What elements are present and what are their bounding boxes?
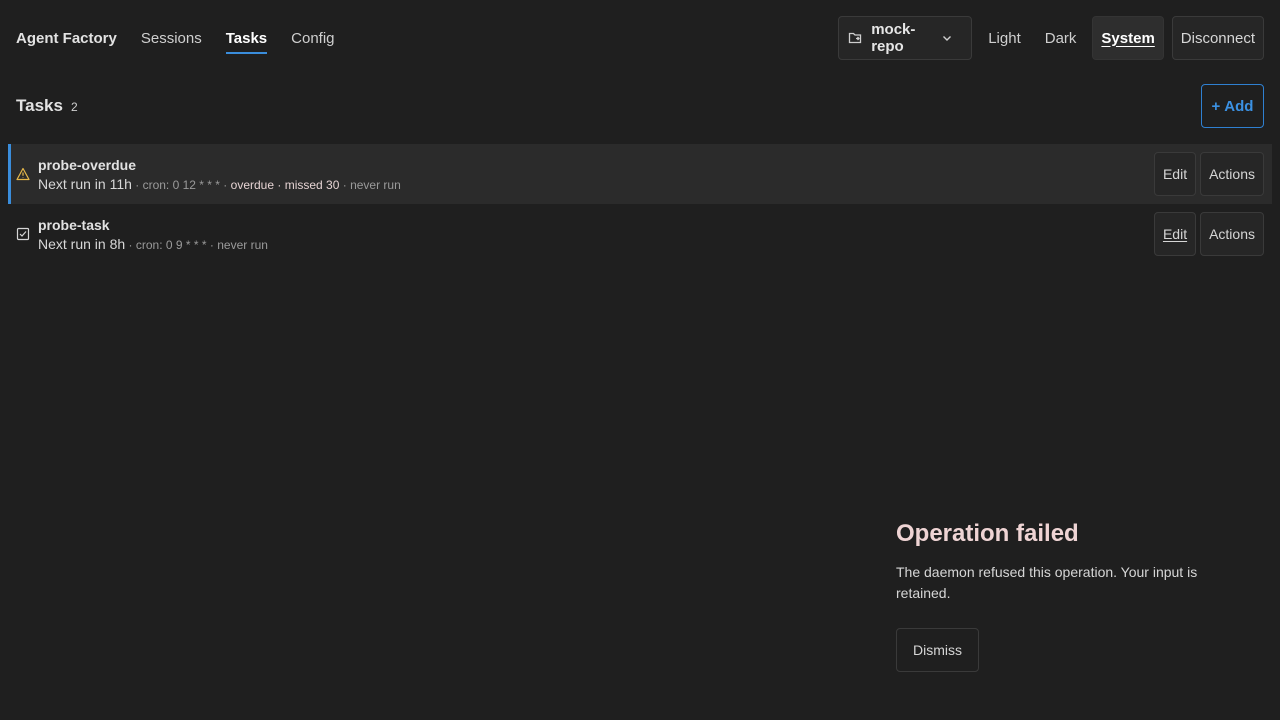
task-actions: Edit Actions [1153, 212, 1264, 256]
task-text: probe-task Next run in 8h · cron: 0 9 * … [38, 217, 268, 252]
header-controls: mock-repo Light Dark System Disconnect [838, 16, 1264, 60]
error-title: Operation failed [896, 520, 1079, 547]
error-panel: Operation failed The daemon refused this… [896, 520, 1236, 672]
tasks-title-group: Tasks 2 [16, 96, 78, 116]
main-nav: Agent Factory Sessions Tasks Config [16, 26, 335, 54]
cron-schedule: cron: 0 9 * * * [135, 237, 207, 252]
task-text: probe-overdue Next run in 11h · cron: 0 … [38, 157, 401, 192]
nav-config[interactable]: Config [291, 26, 334, 51]
last-run: never run [350, 177, 401, 192]
task-main: probe-task Next run in 8h · cron: 0 9 * … [16, 217, 268, 252]
task-main: probe-overdue Next run in 11h · cron: 0 … [16, 157, 401, 192]
last-run: never run [217, 237, 268, 252]
disconnect-button[interactable]: Disconnect [1171, 16, 1264, 60]
repo-icon [847, 30, 863, 46]
task-name: probe-task [38, 216, 110, 233]
add-task-button[interactable]: + Add [1201, 84, 1264, 128]
task-meta: Next run in 11h · cron: 0 12 * * * · ove… [38, 175, 401, 192]
next-run: Next run in 11h [38, 175, 132, 192]
missed-count: missed 30 [284, 177, 340, 192]
theme-dark-button[interactable]: Dark [1037, 16, 1085, 60]
task-name: probe-overdue [38, 156, 137, 173]
actions-button[interactable]: Actions [1200, 212, 1264, 256]
theme-system-button[interactable]: System [1092, 16, 1164, 60]
tasks-count-badge: 2 [70, 100, 78, 114]
edit-button[interactable]: Edit [1153, 152, 1197, 196]
theme-light-button[interactable]: Light [980, 16, 1029, 60]
task-meta: Next run in 8h · cron: 0 9 * * * · never… [38, 235, 268, 252]
dismiss-button[interactable]: Dismiss [896, 628, 979, 672]
task-row-probe-overdue[interactable]: probe-overdue Next run in 11h · cron: 0 … [8, 144, 1272, 204]
brand-title[interactable]: Agent Factory [16, 30, 117, 47]
error-message: The daemon refused this operation. Your … [896, 564, 1198, 601]
page-title: Tasks [16, 96, 63, 115]
warning-icon [16, 167, 30, 181]
nav-tasks[interactable]: Tasks [225, 26, 268, 54]
plus-icon: + [1211, 97, 1221, 115]
chevron-down-icon [939, 30, 955, 46]
repo-selector[interactable]: mock-repo [838, 16, 973, 60]
task-actions: Edit Actions [1153, 152, 1264, 196]
tasks-header: Tasks 2 + Add [16, 84, 1264, 128]
edit-button[interactable]: Edit [1153, 212, 1197, 256]
add-label: Add [1224, 97, 1254, 115]
nav-sessions[interactable]: Sessions [141, 26, 202, 51]
checkbox-icon [16, 227, 30, 241]
cron-schedule: cron: 0 12 * * * [142, 177, 220, 192]
next-run: Next run in 8h [38, 235, 126, 252]
repo-name: mock-repo [871, 21, 916, 55]
overdue-badge: overdue [230, 177, 275, 192]
task-row-probe-task[interactable]: probe-task Next run in 8h · cron: 0 9 * … [8, 204, 1272, 264]
top-bar: Agent Factory Sessions Tasks Config mock… [0, 0, 1280, 76]
actions-button[interactable]: Actions [1200, 152, 1264, 196]
